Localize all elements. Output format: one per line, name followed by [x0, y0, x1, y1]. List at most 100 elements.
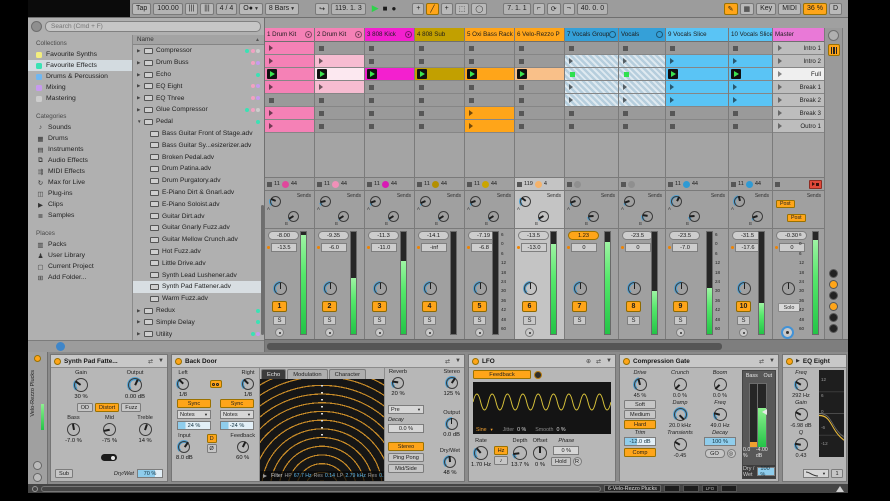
phase-invert-button[interactable]: Ø: [206, 444, 217, 453]
stereo-mode-button[interactable]: Stereo: [388, 442, 424, 451]
clip-stop-icon[interactable]: [567, 181, 572, 187]
browser-file-row[interactable]: E-Piano Dirt & Gnarl.adv: [133, 187, 264, 199]
browser-file-row[interactable]: ▶ Redux: [133, 305, 264, 317]
solo-button[interactable]: S: [627, 316, 640, 325]
clip-slot[interactable]: [515, 68, 564, 81]
browser-file-row[interactable]: Synth Pad Fattener.adv: [133, 281, 264, 293]
clip-slot[interactable]: [265, 107, 314, 120]
track-header[interactable]: 7 Vocals Group: [565, 28, 618, 42]
playing-clip-button[interactable]: [317, 69, 327, 79]
freq-knob[interactable]: [793, 377, 809, 392]
pan-knob[interactable]: [473, 281, 488, 296]
midi-map-button[interactable]: MIDI: [778, 2, 801, 15]
clip-slot[interactable]: [415, 120, 464, 133]
track-header[interactable]: 1 Drum Kit ▼: [265, 28, 314, 42]
mixer-view-toggle-button[interactable]: [828, 44, 840, 56]
pan-knob[interactable]: [781, 281, 796, 296]
pan-knob[interactable]: [323, 281, 338, 296]
sidebar-item-audio-effects[interactable]: ⧉ Audio Effects: [28, 155, 132, 166]
send-b-knob[interactable]: [587, 210, 600, 223]
key-map-button[interactable]: Key: [756, 2, 777, 15]
clip-slot[interactable]: [365, 42, 414, 55]
soft-mode-button[interactable]: Soft: [624, 400, 656, 409]
automation-arm-button[interactable]: ╱: [426, 2, 439, 15]
hotswap-icon[interactable]: ⇄: [759, 358, 764, 365]
scene-launch-icon[interactable]: [778, 45, 782, 51]
device-on-icon[interactable]: [175, 357, 182, 365]
left-sync-button[interactable]: Sync: [177, 399, 211, 408]
dry-wet-field[interactable]: 100 %: [757, 466, 775, 478]
peak-level-field[interactable]: -23.5: [669, 231, 700, 240]
quantization-selector[interactable]: 8 Bars ▼: [264, 2, 300, 15]
send-a-knob[interactable]: [569, 195, 582, 208]
pan-knob[interactable]: [273, 281, 288, 296]
volume-field[interactable]: 0: [625, 243, 651, 252]
clip-slot[interactable]: [265, 120, 314, 133]
echo-output-knob[interactable]: [444, 417, 459, 431]
clip-slot[interactable]: [465, 68, 514, 81]
send-b-knob[interactable]: [641, 210, 654, 223]
fuzz-mode-button[interactable]: Fuzz: [121, 403, 142, 412]
browser-file-row[interactable]: ▼ Pedal: [133, 116, 264, 128]
solo-button[interactable]: S: [573, 316, 586, 325]
playing-clip-button[interactable]: [668, 69, 678, 79]
collection-item[interactable]: Mastering: [28, 93, 132, 104]
dry-wet-field[interactable]: 70 %: [137, 469, 163, 478]
group-unfold-icon[interactable]: [656, 31, 663, 38]
scene-slot[interactable]: Intro 1: [773, 42, 824, 55]
file-list-scrollbar[interactable]: [261, 205, 264, 335]
show-clip-icon[interactable]: [33, 473, 42, 482]
re-enable-automation-button[interactable]: ◯: [471, 2, 488, 15]
hp-freq-value[interactable]: 67.7 Hz: [294, 473, 312, 479]
right-delay-knob[interactable]: [241, 377, 255, 391]
save-preset-icon[interactable]: ▼: [455, 358, 461, 364]
punch-in-icon[interactable]: ⌐: [532, 2, 545, 15]
track-header[interactable]: 9 Vocals Slice: [666, 28, 728, 42]
browser-file-row[interactable]: Little Drive.adv: [133, 257, 264, 269]
nudge-down-button[interactable]: |||: [184, 2, 199, 15]
scene-slot[interactable]: Break 1: [773, 81, 824, 94]
track-header[interactable]: 2 Drum Kit ▼: [315, 28, 364, 42]
go-button[interactable]: GO: [704, 449, 725, 458]
record-button[interactable]: ●: [391, 4, 396, 13]
scene-launch-icon[interactable]: [778, 110, 782, 116]
sidebar-item-max-for-live[interactable]: ↻ Max for Live: [28, 177, 132, 188]
ping-pong-mode-button[interactable]: Ping Pong: [388, 453, 424, 462]
browser-file-row[interactable]: ▶ Glue Compressor: [133, 104, 264, 116]
browser-file-row[interactable]: ▶ Echo: [133, 69, 264, 81]
clip-slot[interactable]: [315, 94, 364, 107]
arm-monitor-button[interactable]: [676, 328, 685, 337]
clip-stop-icon[interactable]: [467, 181, 472, 187]
transients-knob[interactable]: [673, 437, 688, 452]
scene-slot[interactable]: Full: [773, 68, 824, 81]
eq-title-bar[interactable]: ▶ EQ Eight: [783, 355, 846, 368]
clip-slot[interactable]: [315, 81, 364, 94]
fold-track-icon[interactable]: ▼: [405, 31, 412, 38]
solo-button[interactable]: S: [523, 316, 536, 325]
clip-slot[interactable]: [365, 107, 414, 120]
playing-clip-button[interactable]: [367, 69, 377, 79]
damp-knob[interactable]: [672, 407, 688, 422]
track-header[interactable]: 4 808 Sub: [415, 28, 464, 42]
smooth-value[interactable]: 0 %: [556, 427, 565, 433]
device-on-icon[interactable]: [54, 357, 61, 365]
send-b-knob[interactable]: [751, 210, 764, 223]
send-b-knob[interactable]: [287, 210, 300, 223]
collection-item[interactable]: Mixing: [28, 82, 132, 93]
gain-reduction-marker[interactable]: [762, 409, 767, 415]
collection-item[interactable]: Favourite Effects: [28, 60, 132, 71]
browser-file-row[interactable]: Guitar Mellow Crunch.adv: [133, 234, 264, 246]
capture-midi-button[interactable]: +: [440, 2, 453, 15]
peak-level-field[interactable]: -8.00: [268, 231, 299, 240]
track-activator-button[interactable]: 6: [522, 301, 537, 312]
track-activator-button[interactable]: 2: [322, 301, 337, 312]
sidebar-item-samples[interactable]: ≣ Samples: [28, 210, 132, 221]
selected-track-chip[interactable]: 6-Velo-Rezzo Plucks: [604, 485, 661, 492]
time-signature-field[interactable]: 4 / 4: [215, 2, 238, 15]
arrangement-overview[interactable]: [41, 485, 601, 492]
clip-slot[interactable]: [666, 81, 728, 94]
clip-stop-icon[interactable]: [775, 181, 780, 187]
volume-field[interactable]: -11.0: [371, 243, 397, 252]
clip-slot[interactable]: [666, 68, 728, 81]
rate-sync-button[interactable]: ♪: [493, 456, 508, 465]
